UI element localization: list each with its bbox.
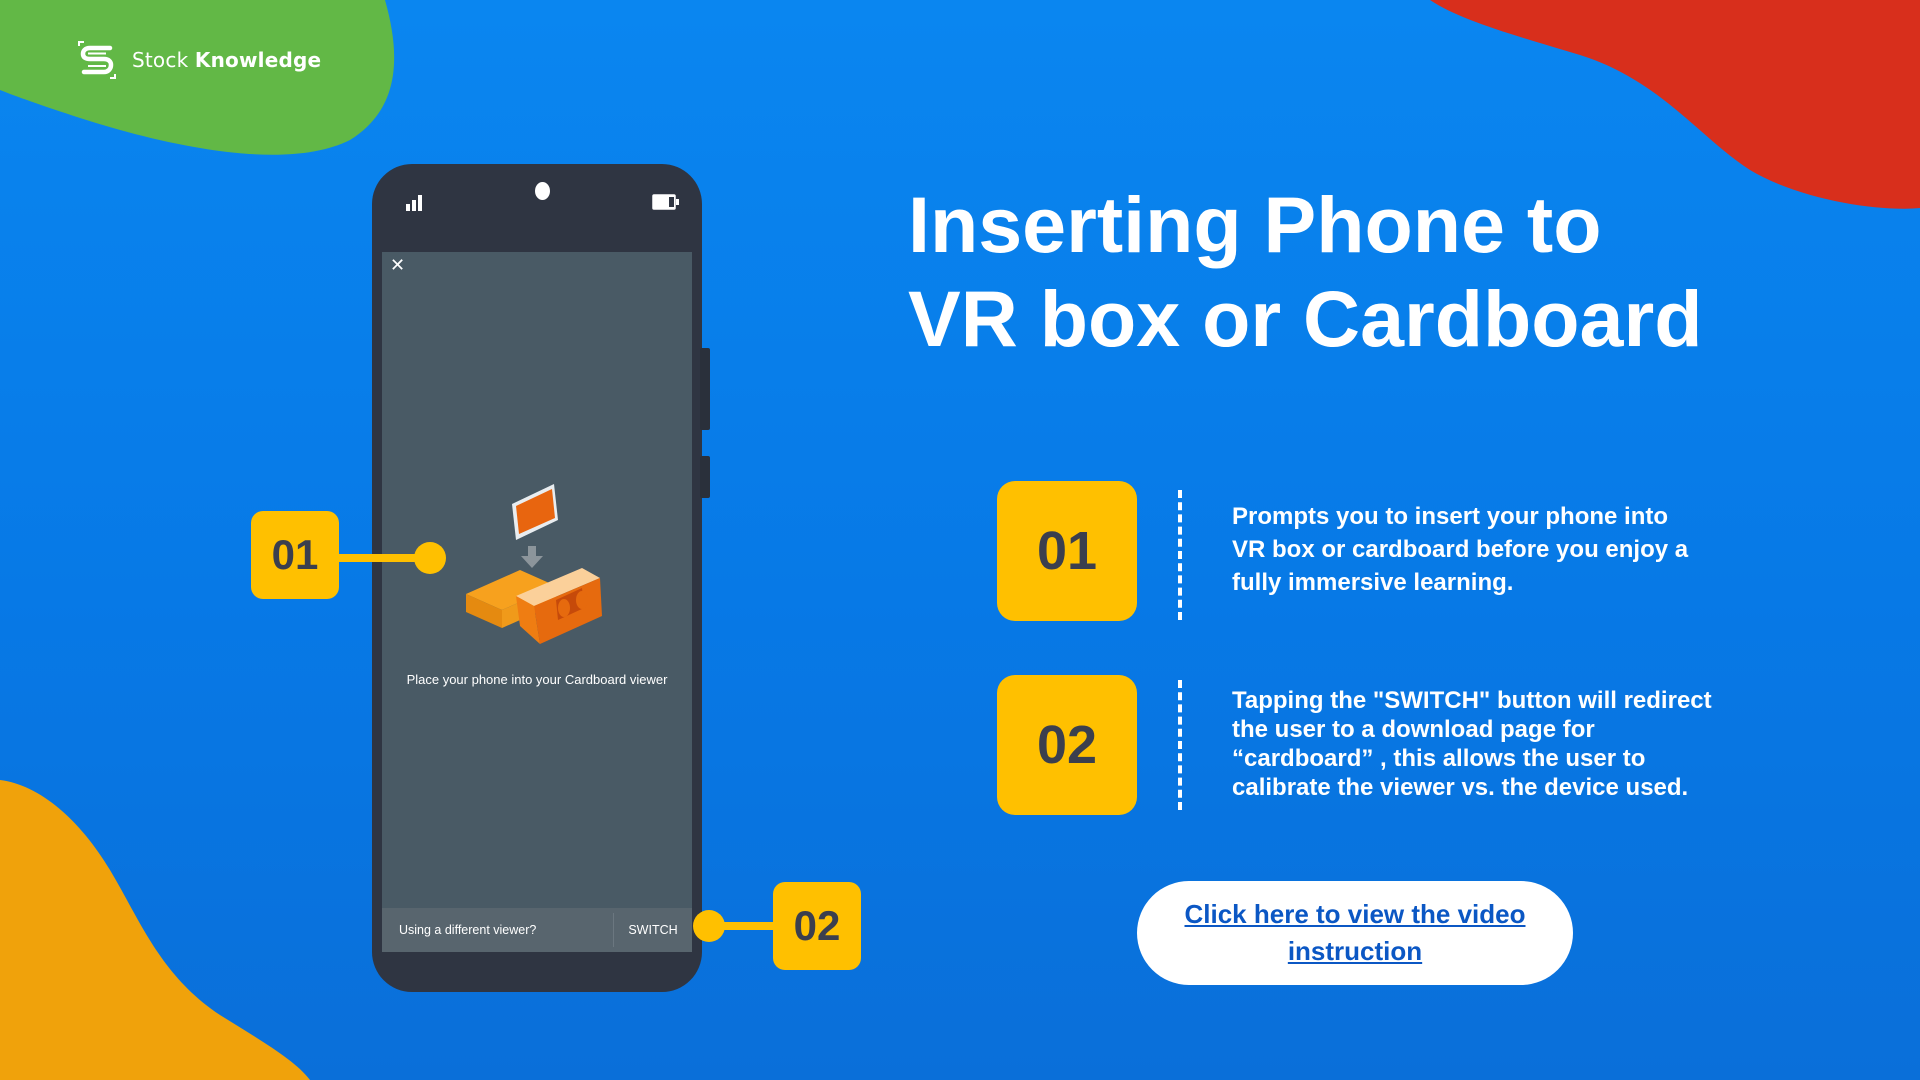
callout-badge-02: 02	[773, 882, 861, 970]
step-description-02: Tapping the "SWITCH" button will redirec…	[1232, 687, 1712, 801]
viewer-bottom-bar: Using a different viewer? SWITCH	[382, 908, 692, 952]
video-instruction-link[interactable]: Click here to view the video instruction	[1137, 881, 1573, 985]
green-blob-shape	[0, 0, 395, 155]
brand-name: Stock Knowledge	[132, 48, 322, 72]
step-number-01: 01	[997, 481, 1137, 621]
step-divider-01	[1178, 490, 1182, 620]
camera-icon	[535, 182, 550, 200]
stock-knowledge-logo-icon	[78, 41, 116, 79]
title-line-2: VR box or Cardboard	[908, 274, 1703, 363]
phone-screen: ✕ Place your phone into your Cardboard v…	[382, 252, 692, 952]
video-instruction-label: Click here to view the video instruction	[1184, 899, 1526, 966]
close-icon[interactable]: ✕	[390, 254, 405, 276]
step-number-02: 02	[997, 675, 1137, 815]
callout-connector-01	[339, 554, 419, 562]
signal-icon	[406, 195, 422, 211]
phone-side-button	[700, 348, 710, 430]
instruction-text: Place your phone into your Cardboard vie…	[406, 672, 668, 687]
callout-dot-01	[414, 542, 446, 574]
step-description-01: Prompts you to insert your phone into VR…	[1232, 503, 1689, 596]
callout-connector-02	[712, 922, 774, 930]
different-viewer-label: Using a different viewer?	[399, 923, 537, 937]
callout-badge-01: 01	[251, 511, 339, 599]
phone-mockup: ✕ Place your phone into your Cardboard v…	[372, 164, 710, 992]
page-title: Inserting Phone to VR box or Cardboard	[908, 178, 1702, 366]
brand-logo: Stock Knowledge	[74, 40, 321, 80]
switch-button[interactable]: SWITCH	[614, 923, 692, 937]
phone-status-bar	[372, 164, 702, 248]
phone-side-button	[700, 456, 710, 498]
battery-icon	[652, 194, 679, 210]
title-line-1: Inserting Phone to	[908, 180, 1602, 269]
cardboard-viewer-illustration	[466, 484, 602, 644]
orange-blob-shape	[0, 780, 310, 1080]
step-divider-02	[1178, 680, 1182, 810]
